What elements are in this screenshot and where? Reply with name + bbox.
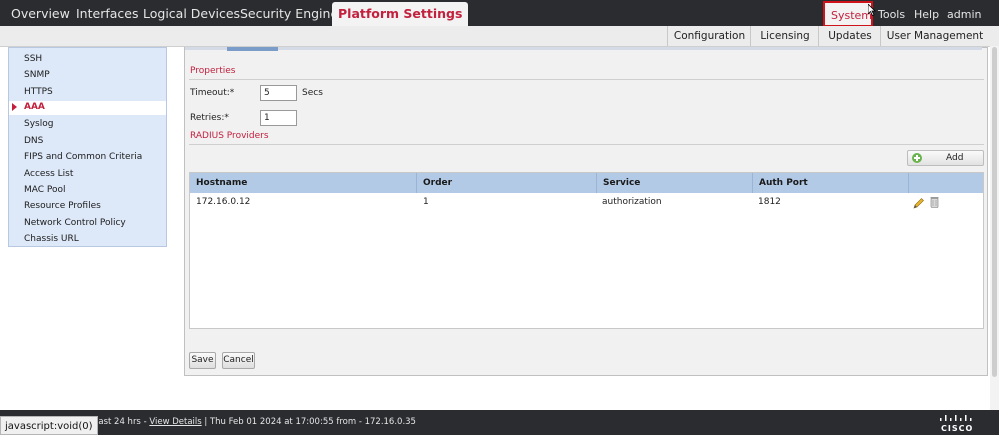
retries-input[interactable]: 1	[260, 110, 297, 126]
cisco-logo-text: CISCO	[941, 424, 974, 433]
browser-status-tooltip: javascript:void(0)	[0, 416, 98, 435]
sidebar-item-access-list[interactable]: Access List	[24, 169, 73, 179]
footer-suffix: | Thu Feb 01 2024 at 17:00:55 from - 172…	[201, 417, 416, 427]
save-button[interactable]: Save	[189, 352, 216, 369]
retries-label: Retries:*	[190, 113, 229, 123]
system-menu-label: System	[831, 9, 873, 22]
submenu-user-management[interactable]: User Management	[880, 26, 989, 46]
tab-interfaces[interactable]: Interfaces	[76, 0, 138, 26]
footer-status-text: last 24 hrs - View Details | Thu Feb 01 …	[96, 417, 416, 427]
sidebar-item-network-control-policy[interactable]: Network Control Policy	[24, 218, 126, 228]
divider	[189, 144, 984, 145]
sidebar-item-fips[interactable]: FIPS and Common Criteria	[24, 152, 142, 162]
cell-auth-port: 1812	[758, 197, 781, 207]
properties-title: Properties	[190, 66, 236, 76]
radius-providers-title: RADIUS Providers	[190, 131, 269, 141]
sidebar-item-mac-pool[interactable]: MAC Pool	[24, 185, 66, 195]
sidebar-item-aaa[interactable]: AAA	[9, 101, 166, 115]
sidebar-item-resource-profiles[interactable]: Resource Profiles	[24, 201, 101, 211]
tab-overview[interactable]: Overview	[11, 0, 70, 26]
content-tab-strip	[185, 47, 982, 50]
cell-hostname: 172.16.0.12	[196, 197, 251, 207]
settings-sidebar: SSH SNMP HTTPS AAA Syslog DNS FIPS and C…	[8, 47, 167, 247]
tab-logical-devices[interactable]: Logical Devices	[143, 0, 240, 26]
column-order[interactable]: Order	[416, 173, 596, 193]
column-service[interactable]: Service	[596, 173, 752, 193]
sidebar-item-dns[interactable]: DNS	[24, 136, 43, 146]
cell-service: authorization	[602, 197, 662, 207]
selected-arrow-icon	[12, 103, 17, 111]
table-header: Hostname Order Service Auth Port	[190, 173, 983, 193]
footer-prefix: last 24 hrs -	[96, 417, 150, 427]
timeout-unit: Secs	[302, 88, 323, 98]
submenu-configuration[interactable]: Configuration	[667, 26, 751, 46]
column-hostname[interactable]: Hostname	[190, 173, 416, 193]
cancel-button[interactable]: Cancel	[222, 352, 255, 369]
column-actions	[908, 173, 983, 193]
help-menu[interactable]: Help	[914, 0, 939, 26]
radius-providers-table: Hostname Order Service Auth Port 172.16.…	[189, 172, 984, 329]
user-menu[interactable]: admin	[947, 0, 981, 26]
system-menu[interactable]: System	[823, 1, 873, 27]
plus-icon	[912, 153, 922, 163]
add-button-label: Add	[946, 153, 964, 163]
submenu-licensing[interactable]: Licensing	[750, 26, 819, 46]
sidebar-item-syslog[interactable]: Syslog	[24, 119, 53, 129]
submenu-updates[interactable]: Updates	[818, 26, 881, 46]
divider	[189, 79, 984, 80]
page-scrollbar-thumb[interactable]	[992, 47, 997, 377]
sidebar-item-chassis-url[interactable]: Chassis URL	[24, 234, 79, 244]
cell-order: 1	[423, 197, 429, 207]
footer-bar: last 24 hrs - View Details | Thu Feb 01 …	[0, 410, 999, 435]
mouse-cursor-icon	[868, 4, 876, 16]
timeout-label: Timeout:*	[190, 88, 235, 98]
content-tab-active[interactable]	[227, 47, 278, 51]
sidebar-item-label: AAA	[24, 102, 45, 112]
view-details-link[interactable]: View Details	[149, 417, 201, 427]
tab-platform-settings[interactable]: Platform Settings	[332, 2, 469, 26]
sidebar-item-https[interactable]: HTTPS	[24, 87, 53, 97]
timeout-input[interactable]: 5	[260, 85, 297, 101]
column-auth-port[interactable]: Auth Port	[752, 173, 908, 193]
delete-trash-icon[interactable]	[930, 196, 939, 208]
edit-pencil-icon[interactable]	[913, 197, 925, 209]
tab-security-engine[interactable]: Security Engine	[240, 0, 338, 26]
add-provider-button[interactable]: Add	[907, 150, 984, 166]
tools-menu[interactable]: Tools	[878, 0, 905, 26]
sidebar-item-snmp[interactable]: SNMP	[24, 70, 50, 80]
sidebar-item-ssh[interactable]: SSH	[24, 54, 42, 64]
